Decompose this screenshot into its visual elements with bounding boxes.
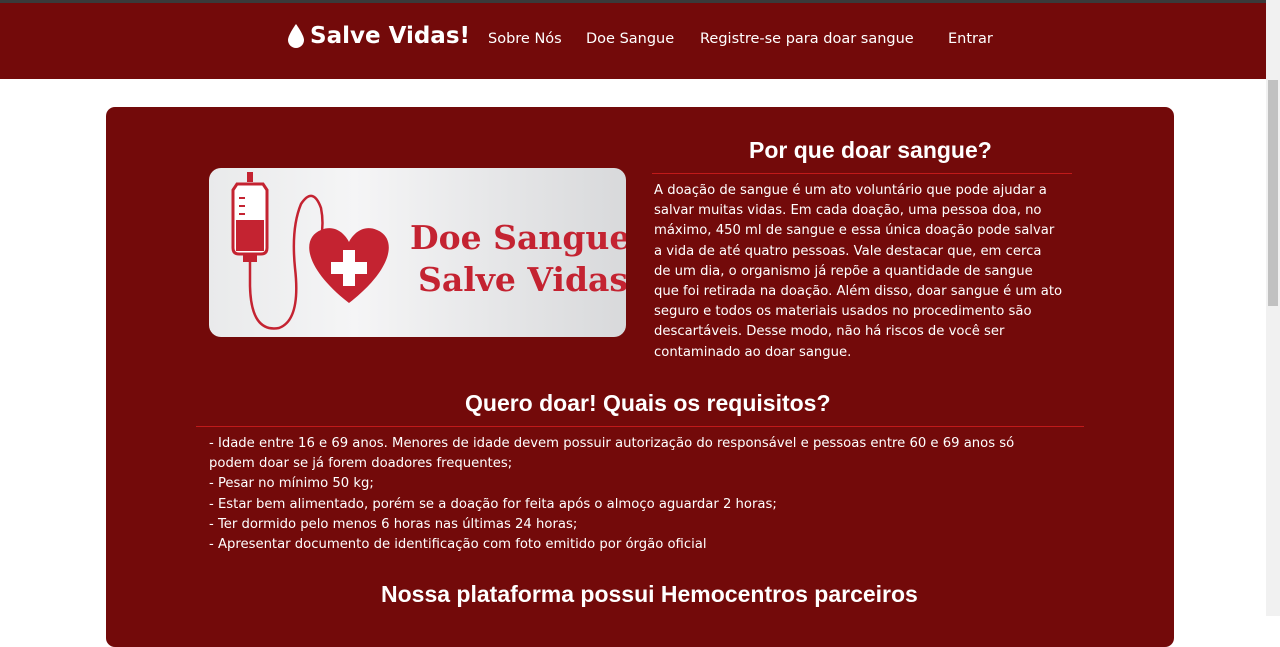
why-donate-title: Por que doar sangue? <box>749 137 992 163</box>
requirement-line: - Estar bem alimentado, porém se a doaçã… <box>209 496 777 512</box>
nav-link-doe-sangue[interactable]: Doe Sangue <box>586 31 674 47</box>
brand-name: Salve Vidas! <box>310 23 471 49</box>
requirement-line: podem doar se já forem doadores frequent… <box>209 456 513 472</box>
why-text-line: máximo, 450 ml de sangue e essa única do… <box>654 223 1055 239</box>
requirement-line: - Ter dormido pelo menos 6 horas nas últ… <box>209 516 578 532</box>
why-text-line: A doação de sangue é um ato voluntário q… <box>654 183 1047 198</box>
partners-title: Nossa plataforma possui Hemocentros parc… <box>381 581 918 607</box>
requirement-line: - Apresentar documento de identificação … <box>209 537 707 553</box>
why-text-line: a vida de até quatro pessoas. Vale desta… <box>654 243 1042 259</box>
requirements-title-divider <box>196 426 1084 427</box>
nav-link-registre-se[interactable]: Registre-se para doar sangue <box>700 31 914 47</box>
banner-text-doe-sangue: Doe Sangue <box>410 218 626 257</box>
requirements-title: Quero doar! Quais os requisitos? <box>465 390 831 416</box>
why-donate-text: A doação de sangue é um ato voluntário q… <box>654 181 1074 363</box>
why-text-line: descartáveis. Desse modo, não há riscos … <box>654 324 1005 340</box>
requirement-line: - Idade entre 16 e 69 anos. Menores de i… <box>209 436 1015 451</box>
banner-text-salve-vidas: Salve Vidas <box>418 260 626 299</box>
why-text-line: seguro e todos os materiais usados no pr… <box>654 304 1032 320</box>
requirement-line: - Pesar no mínimo 50 kg; <box>209 476 374 492</box>
navbar: Salve Vidas! Sobre Nós Doe Sangue Regist… <box>0 0 1280 79</box>
nav-link-entrar[interactable]: Entrar <box>948 31 993 47</box>
brand-link[interactable]: Salve Vidas! <box>286 23 470 49</box>
why-text-line: de um dia, o organismo já repõe a quanti… <box>654 263 1033 279</box>
blood-drop-icon <box>286 23 306 49</box>
scrollbar-thumb[interactable] <box>1268 80 1278 306</box>
page-scrollbar[interactable] <box>1266 0 1280 616</box>
why-text-line: salvar muitas vidas. Em cada doação, uma… <box>654 203 1042 219</box>
donate-blood-banner: Doe Sangue Salve Vidas <box>209 168 626 337</box>
nav-link-sobre-nos[interactable]: Sobre Nós <box>488 31 562 47</box>
why-title-divider <box>652 173 1072 174</box>
why-text-line: contaminado ao doar sangue. <box>654 344 852 360</box>
requirements-list: - Idade entre 16 e 69 anos. Menores de i… <box>209 434 1089 555</box>
why-text-line: que foi retirada na doação. Além disso, … <box>654 284 1063 300</box>
